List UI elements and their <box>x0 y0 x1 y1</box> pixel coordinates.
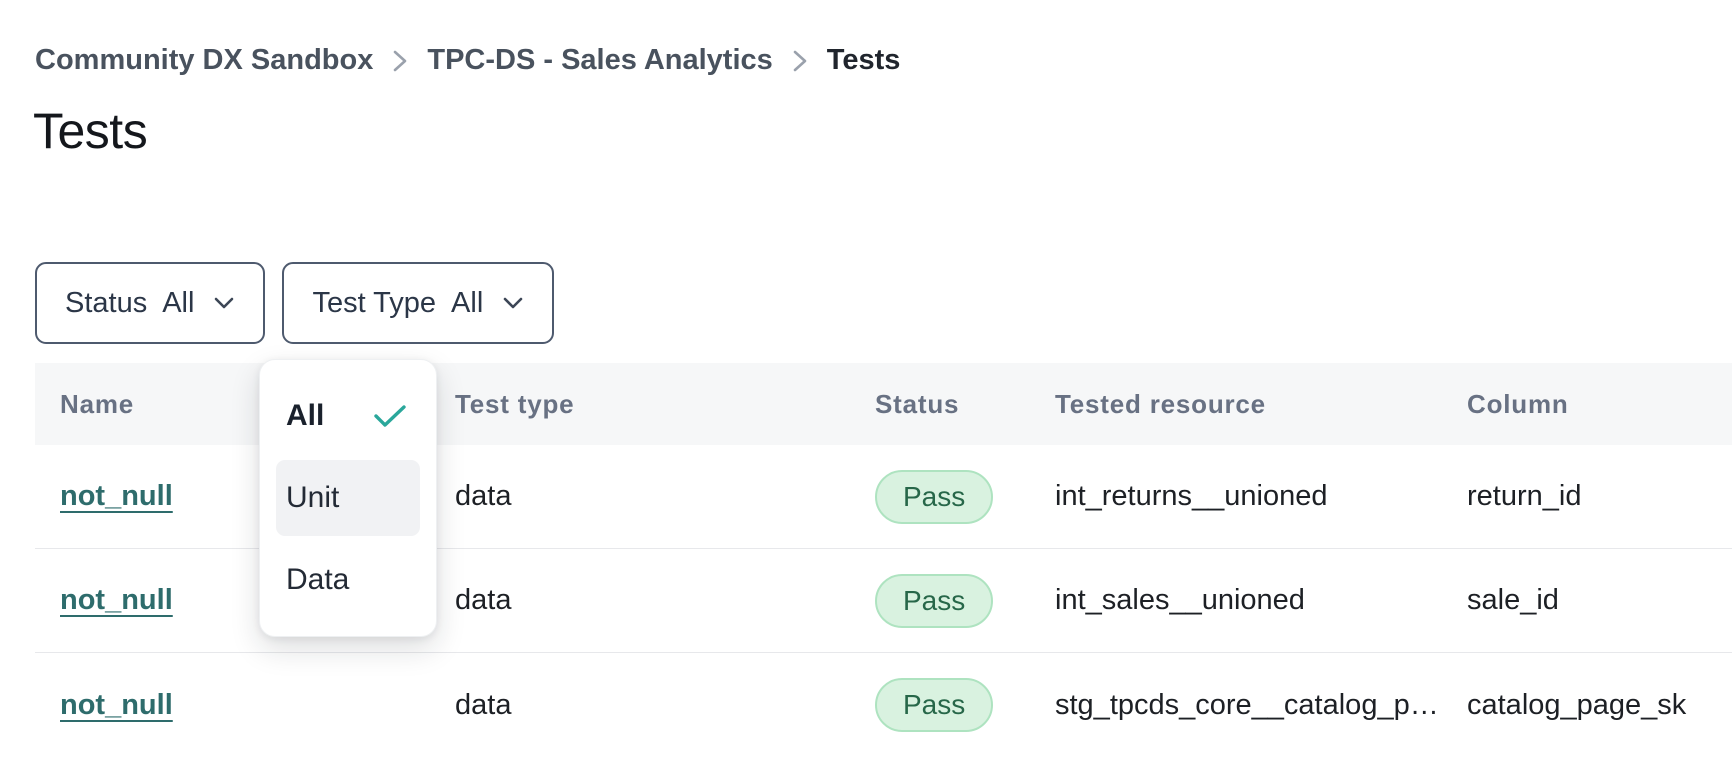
status-badge: Pass <box>875 678 993 732</box>
status-filter-button[interactable]: Status All <box>35 262 265 344</box>
status-badge: Pass <box>875 470 993 524</box>
breadcrumb: Community DX Sandbox TPC-DS - Sales Anal… <box>35 44 900 77</box>
column-header-tested-resource: Tested resource <box>1030 389 1442 420</box>
column-header-status: Status <box>850 389 1030 420</box>
breadcrumb-item-account[interactable]: Community DX Sandbox <box>35 44 373 77</box>
chevron-right-icon <box>792 48 808 74</box>
dropdown-option-unit[interactable]: Unit <box>276 460 420 535</box>
breadcrumb-item-project[interactable]: TPC-DS - Sales Analytics <box>427 44 772 77</box>
check-icon <box>372 403 408 429</box>
column-cell: return_id <box>1442 480 1732 513</box>
test-type-cell: data <box>430 480 850 513</box>
page-title: Tests <box>33 102 147 160</box>
status-filter-value: All <box>162 287 194 320</box>
column-header-test-type: Test type <box>430 389 850 420</box>
table-row: not_null data Pass stg_tpcds_core__catal… <box>35 653 1732 757</box>
chevron-down-icon <box>213 296 235 310</box>
test-type-filter-label: Test Type <box>312 287 436 320</box>
test-type-filter-button[interactable]: Test Type All <box>282 262 554 344</box>
dropdown-option-label: Data <box>286 563 349 597</box>
tested-resource-cell: stg_tpcds_core__catalog_p… <box>1030 689 1442 722</box>
column-cell: catalog_page_sk <box>1442 689 1732 722</box>
test-type-cell: data <box>430 689 850 722</box>
dropdown-option-label: All <box>286 399 324 433</box>
test-type-filter-value: All <box>451 287 483 320</box>
test-name-link[interactable]: not_null <box>60 480 173 512</box>
filter-bar: Status All Test Type All <box>35 262 554 344</box>
chevron-right-icon <box>392 48 408 74</box>
breadcrumb-item-current: Tests <box>827 44 901 77</box>
tested-resource-cell: int_sales__unioned <box>1030 584 1442 617</box>
dropdown-option-all[interactable]: All <box>276 378 420 453</box>
tested-resource-cell: int_returns__unioned <box>1030 480 1442 513</box>
dropdown-option-label: Unit <box>286 481 339 515</box>
dropdown-option-data[interactable]: Data <box>276 543 420 618</box>
test-name-link[interactable]: not_null <box>60 584 173 616</box>
test-type-dropdown-menu: All Unit Data <box>259 359 437 637</box>
column-header-column: Column <box>1442 389 1732 420</box>
chevron-down-icon <box>502 296 524 310</box>
status-filter-label: Status <box>65 287 147 320</box>
test-name-link[interactable]: not_null <box>60 689 173 721</box>
test-type-cell: data <box>430 584 850 617</box>
column-cell: sale_id <box>1442 584 1732 617</box>
status-badge: Pass <box>875 574 993 628</box>
